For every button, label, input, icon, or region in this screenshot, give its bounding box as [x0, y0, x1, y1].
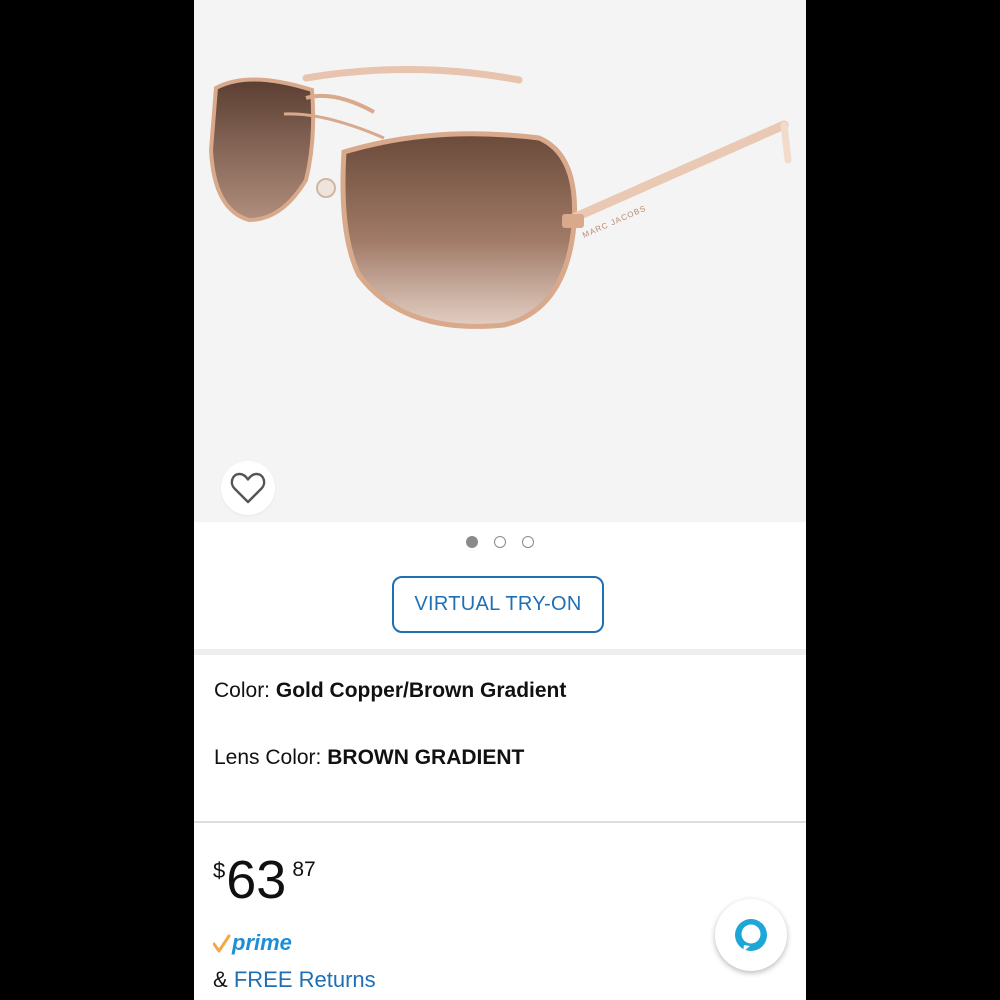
- product-image-sunglasses: MARC JACOBS: [208, 65, 792, 329]
- alexa-icon: [735, 919, 767, 952]
- returns-info: & FREE Returns: [213, 967, 376, 993]
- carousel-dot-3[interactable]: [522, 536, 534, 548]
- heart-outline-icon: [230, 472, 266, 504]
- color-label: Color:: [214, 679, 271, 702]
- price-whole: 63: [226, 850, 287, 910]
- virtual-try-on-button[interactable]: VIRTUAL TRY-ON: [392, 576, 604, 633]
- price-fraction: 87: [292, 858, 316, 881]
- color-attribute: Color: Gold Copper/Brown Gradient: [214, 679, 566, 703]
- alexa-button[interactable]: [715, 899, 787, 971]
- carousel-dot-1[interactable]: [466, 536, 478, 548]
- carousel-indicator: [194, 536, 806, 548]
- lens-color-value: BROWN GRADIENT: [327, 746, 525, 769]
- lens-color-attribute: Lens Color: BROWN GRADIENT: [214, 746, 524, 770]
- carousel-dot-2[interactable]: [494, 536, 506, 548]
- prime-check-icon: [213, 934, 231, 953]
- color-value: Gold Copper/Brown Gradient: [275, 679, 567, 702]
- returns-prefix: &: [213, 967, 228, 992]
- section-divider: [194, 649, 806, 655]
- wishlist-button[interactable]: [221, 461, 275, 515]
- prime-badge: prime: [213, 930, 292, 956]
- price-currency-symbol: $: [213, 858, 226, 883]
- product-image-gallery[interactable]: MARC JACOBS: [194, 0, 806, 522]
- app-screen: MARC JACOBS VIRTUAL TRY-ON Color: Gold C…: [194, 0, 806, 1000]
- prime-label: prime: [232, 930, 292, 955]
- lens-color-label: Lens Color:: [214, 746, 322, 769]
- price: $ 63 87: [213, 852, 316, 908]
- free-returns-link[interactable]: FREE Returns: [234, 967, 376, 992]
- section-divider: [194, 821, 806, 823]
